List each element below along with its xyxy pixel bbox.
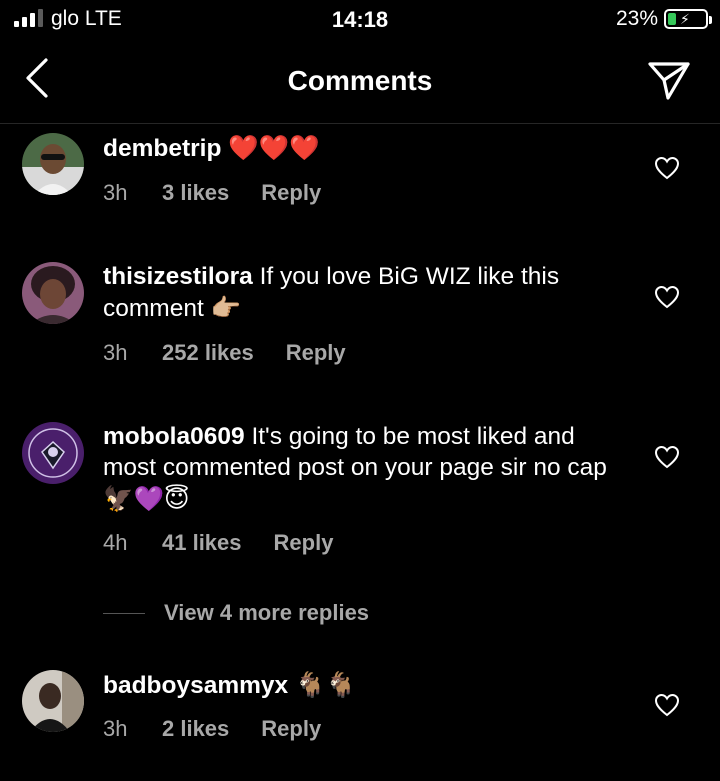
status-bar: glo LTE 14:18 23% ⚡ [0,0,720,40]
battery-icon: ⚡ [664,9,708,29]
view-replies-label: View 4 more replies [164,600,370,625]
heart-icon[interactable] [654,445,680,469]
reply-button[interactable]: Reply [261,716,321,742]
comment-username[interactable]: thisizestilora [103,263,253,290]
heart-icon[interactable] [654,693,680,717]
comment-likes[interactable]: 252 likes [162,340,254,366]
battery-tip [709,16,712,24]
comment-emoji: 👉🏼 [210,293,242,322]
comment-meta: 4h 41 likes Reply [103,530,333,556]
header-divider [0,123,720,124]
comment-likes[interactable]: 41 likes [162,530,242,556]
avatar[interactable] [22,670,84,732]
comment-time: 3h [103,340,128,365]
page-title: Comments [287,65,433,96]
comment-time: 3h [103,180,128,205]
avatar[interactable] [22,422,84,484]
comment-time: 4h [103,530,128,555]
comment-emoji: 🦅💜😇 [103,484,190,513]
comment-meta: 3h 252 likes Reply [103,340,346,366]
heart-icon[interactable] [654,285,680,309]
comment-emoji: ❤️❤️❤️ [228,133,320,162]
comment-time: 3h [103,716,128,741]
battery-percent: 23% [615,7,658,30]
avatar[interactable] [22,133,84,195]
heart-icon[interactable] [654,156,680,180]
comment-emoji: 🐐🐐 [295,670,357,699]
reply-button[interactable]: Reply [274,530,334,556]
avatar[interactable] [22,262,84,324]
paper-plane-icon [648,62,690,100]
comment-username[interactable]: badboysammyx [103,672,288,699]
comment-username[interactable]: mobola0609 [103,423,245,450]
comment-meta: 3h 2 likes Reply [103,716,321,742]
comment-likes[interactable]: 3 likes [162,180,229,206]
comment-likes[interactable]: 2 likes [162,716,229,742]
view-more-replies-button[interactable]: View 4 more replies [103,598,369,628]
comment-meta: 3h 3 likes Reply [103,180,321,206]
header: Comments [0,48,720,118]
share-button[interactable] [646,58,692,102]
reply-button[interactable]: Reply [261,180,321,206]
comment-username[interactable]: dembetrip [103,135,221,162]
replies-divider-line [103,612,145,614]
status-time: 14:18 [331,7,389,32]
reply-button[interactable]: Reply [286,340,346,366]
